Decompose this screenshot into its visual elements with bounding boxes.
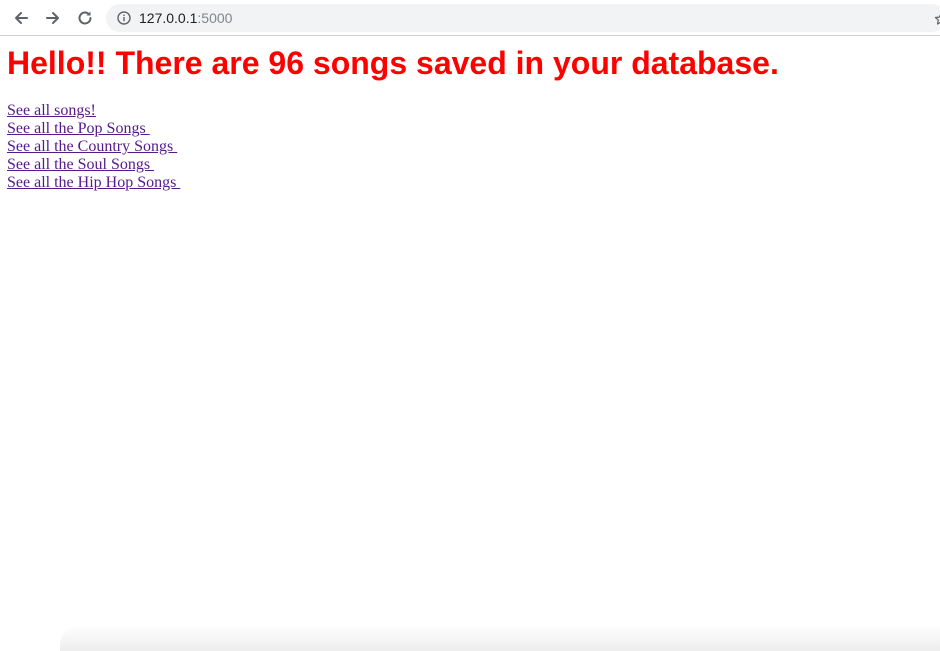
url-text[interactable]: 127.0.0.1:5000 [139,10,232,26]
forward-button[interactable] [41,6,65,30]
link-country-songs[interactable]: See all the Country Songs [7,138,180,156]
page-heading: Hello!! There are 96 songs saved in your… [7,45,779,81]
link-all-songs[interactable]: See all songs! [7,102,180,120]
link-hip-hop-songs[interactable]: See all the Hip Hop Songs [7,174,180,192]
reload-button[interactable] [73,6,97,30]
arrow-left-icon [15,12,28,24]
back-button[interactable] [9,6,33,30]
genre-links: See all songs! See all the Pop Songs See… [7,102,180,192]
info-icon[interactable] [116,11,131,26]
star-icon[interactable] [934,12,940,26]
address-bar[interactable]: 127.0.0.1:5000 [106,4,940,32]
browser-toolbar: 127.0.0.1:5000 [0,0,940,36]
url-port: :5000 [197,10,233,26]
url-host: 127.0.0.1 [139,10,198,26]
page-content: Hello!! There are 96 songs saved in your… [0,36,940,651]
arrow-right-icon [46,12,59,24]
link-soul-songs[interactable]: See all the Soul Songs [7,156,180,174]
window-shadow [60,625,940,651]
link-pop-songs[interactable]: See all the Pop Songs [7,120,180,138]
reload-icon [78,11,92,25]
